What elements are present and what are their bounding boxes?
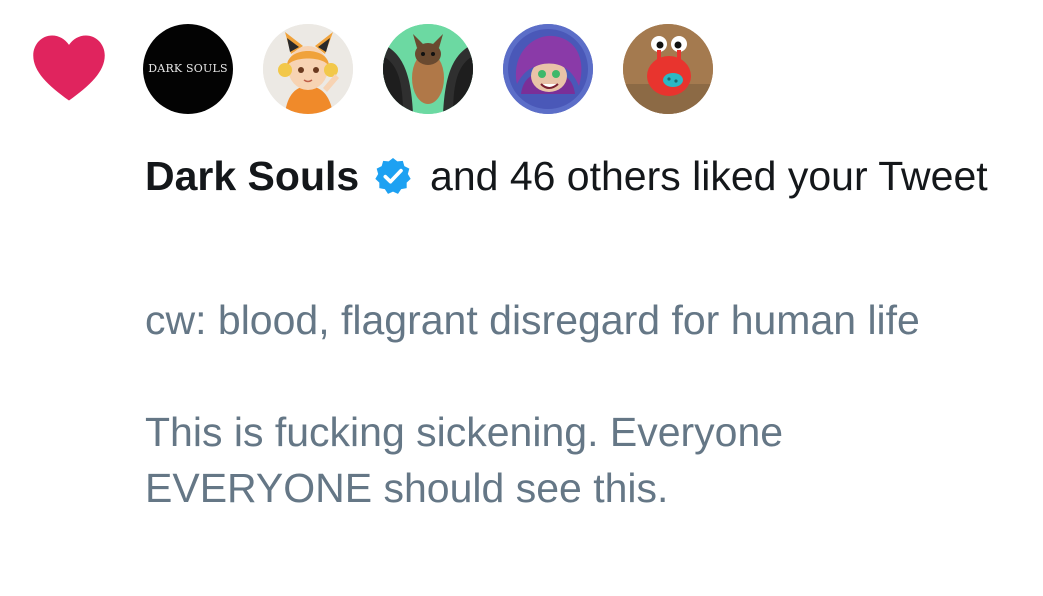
heart-icon <box>30 30 108 106</box>
dark-souls-avatar[interactable]: DARK SOULS <box>143 24 233 114</box>
verified-badge-icon <box>373 154 413 194</box>
red-creature-avatar[interactable] <box>623 24 713 114</box>
tweet-preview[interactable]: cw: blood, flagrant disregard for human … <box>145 292 1005 516</box>
tweet-text-line1: cw: blood, flagrant disregard for human … <box>145 297 920 343</box>
purple-hair-character-avatar[interactable] <box>503 24 593 114</box>
tweet-text-line2: This is fucking sickening. Everyone EVER… <box>145 409 784 511</box>
notification-headline: Dark Souls and 46 others liked your Twee… <box>145 148 1005 205</box>
dark-souls-logo-text: DARK SOULS <box>148 62 228 75</box>
like-notification[interactable]: DARK SOULS Dark Souls and 46 others like… <box>0 0 1043 596</box>
headline-rest: and 46 others liked your Tweet <box>430 153 988 199</box>
bat-avatar[interactable] <box>383 24 473 114</box>
anime-fox-girl-avatar[interactable] <box>263 24 353 114</box>
liker-name-link[interactable]: Dark Souls <box>145 153 359 199</box>
